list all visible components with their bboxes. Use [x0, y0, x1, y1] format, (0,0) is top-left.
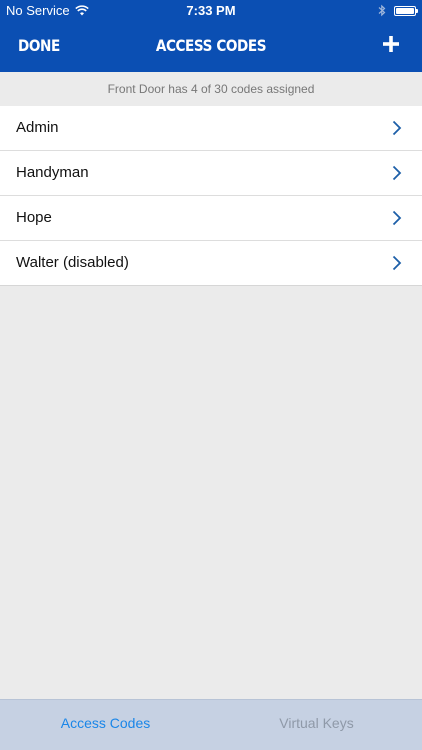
tab-bar: Access Codes Virtual Keys [0, 699, 422, 750]
tab-virtual-keys[interactable]: Virtual Keys [211, 700, 422, 750]
app-screen: No Service 7:33 PM DONE ACCESS CODES Fro… [0, 0, 422, 750]
status-bar: No Service 7:33 PM [0, 0, 422, 22]
battery-icon [394, 5, 418, 16]
plus-icon[interactable] [382, 35, 400, 53]
header: No Service 7:33 PM DONE ACCESS CODES [0, 0, 422, 72]
status-right [378, 4, 418, 17]
list-item-label: Walter (disabled) [16, 254, 129, 271]
bluetooth-icon [378, 4, 386, 17]
page-title: ACCESS CODES [155, 36, 267, 55]
nav-bar: DONE ACCESS CODES [0, 22, 422, 72]
list-item-label: Admin [16, 119, 59, 136]
chevron-right-icon [392, 120, 402, 136]
list-item[interactable]: Admin [0, 106, 422, 151]
access-codes-list: Admin Handyman Hope Walter (disabled) [0, 106, 422, 286]
list-item-label: Handyman [16, 164, 89, 181]
chevron-right-icon [392, 165, 402, 181]
list-item[interactable]: Walter (disabled) [0, 241, 422, 285]
status-time: 7:33 PM [186, 3, 236, 18]
chevron-right-icon [392, 255, 402, 271]
chevron-right-icon [392, 210, 402, 226]
list-item-label: Hope [16, 209, 52, 226]
list-item[interactable]: Hope [0, 196, 422, 241]
list-item[interactable]: Handyman [0, 151, 422, 196]
tab-access-codes[interactable]: Access Codes [0, 700, 211, 750]
codes-count-subtitle: Front Door has 4 of 30 codes assigned [0, 72, 422, 106]
